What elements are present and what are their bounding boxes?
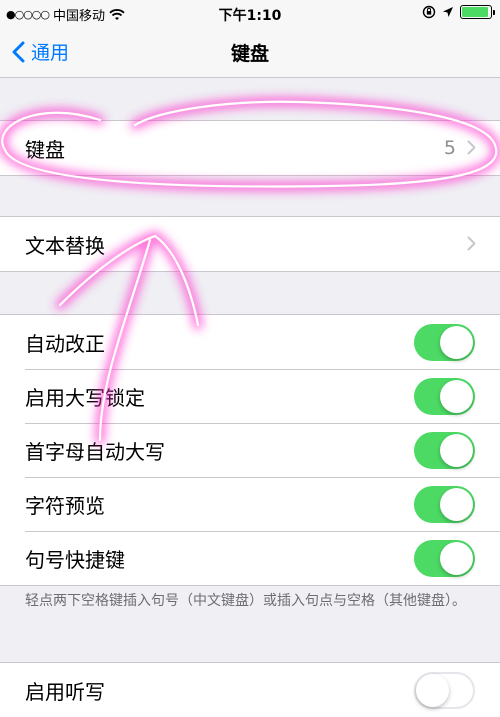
keyboard-options-group: 自动改正 启用大写锁定 首字母自动大写 字符预览 句号快捷键 — [0, 314, 500, 586]
auto-correction-label: 自动改正 — [25, 331, 105, 356]
rotation-lock-icon — [422, 5, 436, 19]
caps-lock-row: 启用大写锁定 — [0, 369, 500, 423]
auto-capitalization-toggle[interactable] — [414, 432, 475, 469]
toggle-knob — [440, 542, 473, 575]
status-bar: ●○○○○ 中国移动 下午1:10 — [0, 0, 500, 26]
dictation-group: 启用听写 — [0, 662, 500, 717]
keyboards-count: 5 — [443, 137, 456, 159]
toggle-knob — [440, 380, 473, 413]
character-preview-row: 字符预览 — [0, 477, 500, 531]
auto-correction-toggle[interactable] — [414, 324, 475, 361]
period-shortcut-row: 句号快捷键 — [0, 531, 500, 585]
dictation-row: 启用听写 — [0, 663, 500, 717]
keyboards-group: 键盘 5 — [0, 120, 500, 176]
toggle-knob — [416, 674, 449, 707]
keyboards-row[interactable]: 键盘 5 — [0, 121, 500, 175]
status-right — [422, 5, 495, 19]
toggle-knob — [440, 488, 473, 521]
caps-lock-toggle[interactable] — [414, 378, 475, 415]
text-replacement-row[interactable]: 文本替换 — [0, 217, 500, 271]
character-preview-toggle[interactable] — [414, 486, 475, 523]
page-title: 键盘 — [230, 43, 269, 65]
character-preview-label: 字符预览 — [25, 493, 105, 518]
caps-lock-label: 启用大写锁定 — [25, 385, 145, 410]
period-shortcut-footnote: 轻点两下空格键插入句号（中文键盘）或插入句点与空格（其他键盘）。 — [25, 593, 466, 609]
text-replacement-label: 文本替换 — [25, 233, 105, 258]
text-replacement-group: 文本替换 — [0, 216, 500, 272]
auto-capitalization-row: 首字母自动大写 — [0, 423, 500, 477]
navigation-bar: 通用 键盘 — [0, 26, 500, 78]
chevron-right-icon — [467, 140, 476, 155]
toggle-knob — [440, 326, 473, 359]
dictation-label: 启用听写 — [25, 679, 105, 704]
auto-capitalization-label: 首字母自动大写 — [25, 439, 165, 464]
toggle-knob — [440, 434, 473, 467]
battery-level — [462, 7, 488, 17]
chevron-right-icon — [467, 236, 476, 251]
location-arrow-icon — [443, 7, 453, 17]
auto-correction-row: 自动改正 — [0, 315, 500, 369]
battery-icon — [460, 5, 495, 19]
keyboards-label: 键盘 — [25, 137, 65, 162]
battery-tip — [493, 10, 495, 15]
period-shortcut-label: 句号快捷键 — [25, 547, 125, 572]
period-shortcut-toggle[interactable] — [414, 540, 475, 577]
dictation-toggle[interactable] — [414, 672, 475, 709]
